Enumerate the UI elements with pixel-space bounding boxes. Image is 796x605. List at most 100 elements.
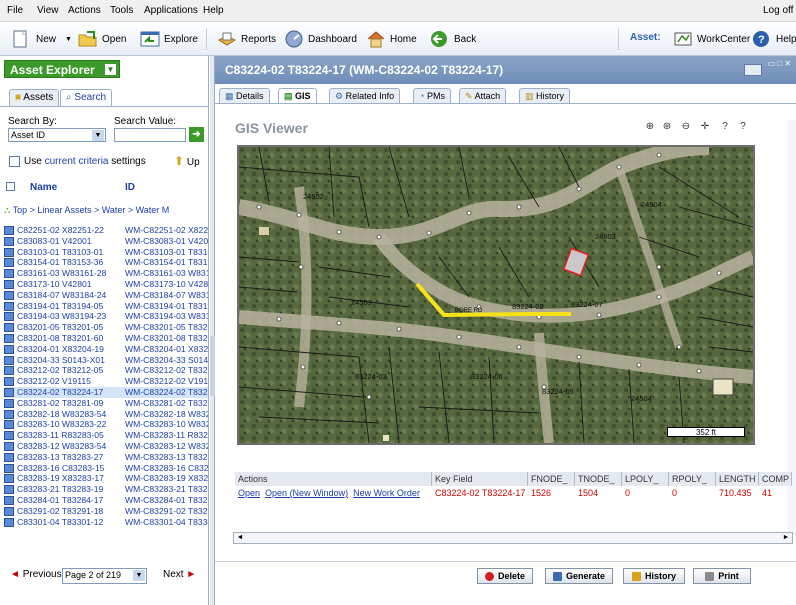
list-item[interactable]: C83283-10 W83283-22 WM-C83283-10 W832	[4, 419, 208, 430]
menu-file[interactable]: File	[7, 5, 23, 16]
list-item-name[interactable]: C83224-02 T83224-17	[17, 387, 103, 397]
list-item-name[interactable]: C83281-02 T83281-09	[17, 398, 103, 408]
list-item-name[interactable]: C83194-03 W83194-23	[17, 311, 106, 321]
logoff-link[interactable]: Log off	[763, 5, 793, 16]
list-item-name[interactable]: C83284-01 T83284-17	[17, 495, 103, 505]
current-criteria-link[interactable]: current criteria	[45, 156, 109, 167]
list-item[interactable]: C83201-08 T83201-60 WM-C83201-08 T8320	[4, 333, 208, 344]
column-name[interactable]: Name	[30, 182, 57, 193]
menu-view[interactable]: View	[37, 5, 59, 16]
list-item[interactable]: C83283-12 W83283-54 WM-C83283-12 W832	[4, 441, 208, 452]
select-icon[interactable]: ?	[736, 120, 750, 134]
print-button[interactable]: Print	[693, 568, 751, 584]
list-item-name[interactable]: C83283-13 T83283-27	[17, 452, 103, 462]
print-view-icon[interactable]	[744, 64, 762, 76]
list-item-name[interactable]: C83283-21 T83283-19	[17, 484, 103, 494]
list-item-name[interactable]: C83194-01 T83194-05	[17, 301, 103, 311]
list-item[interactable]: C83103-01 T83103-01 WM-C83103-01 T8310	[4, 247, 208, 258]
identify-icon[interactable]: ?	[718, 120, 732, 134]
list-item[interactable]: C83283-16 C83283-15 WM-C83283-16 C8328	[4, 463, 208, 474]
back-button[interactable]: Back	[430, 28, 476, 50]
tab-gis[interactable]: ▤ GIS	[278, 88, 317, 104]
list-item[interactable]: C83161-03 W83161-28 WM-C83161-03 W831	[4, 268, 208, 279]
tab-search[interactable]: ⌕ Search	[60, 89, 113, 106]
open-link[interactable]: Open	[238, 488, 260, 498]
list-item[interactable]: C83194-01 T83194-05 WM-C83194-01 T8319	[4, 301, 208, 312]
up-button[interactable]: ⬆ Up	[174, 154, 200, 168]
dropdown-icon[interactable]: ▼	[105, 64, 116, 75]
search-value-input[interactable]	[114, 128, 186, 142]
list-item-name[interactable]: C83173-10 V42801	[17, 279, 92, 289]
list-item[interactable]: C83194-03 W83194-23 WM-C83194-03 W831	[4, 311, 208, 322]
select-all-checkbox-icon[interactable]	[6, 182, 15, 191]
list-item[interactable]: C83282-18 W83283-54 WM-C83282-18 W832	[4, 409, 208, 420]
help-button[interactable]: ? Help	[752, 28, 796, 50]
zoom-extent-icon[interactable]: ⊛	[660, 120, 674, 134]
list-item-name[interactable]: C83184-07 W83184-24	[17, 290, 106, 300]
tab-details[interactable]: ▦ Details	[219, 88, 270, 104]
list-item[interactable]: C83212-02 T83212-05 WM-C83212-02 T8321	[4, 365, 208, 376]
delete-button[interactable]: Delete	[477, 568, 533, 584]
zoom-out-icon[interactable]: ⊖	[679, 120, 693, 134]
list-item-name[interactable]: C83291-02 T83291-18	[17, 506, 103, 516]
scroll-right-icon[interactable]: ►	[781, 533, 791, 543]
list-item[interactable]: C83284-01 T83284-17 WM-C83284-01 T8328	[4, 495, 208, 506]
list-item-name[interactable]: C83283-16 C83283-15	[17, 463, 104, 473]
list-item-name[interactable]: C83201-05 T83201-05	[17, 322, 103, 332]
menu-help[interactable]: Help	[203, 5, 224, 16]
list-item-name[interactable]: C83283-12 W83283-54	[17, 441, 106, 451]
list-item-name[interactable]: C83283-19 X83283-17	[17, 473, 104, 483]
list-item-name[interactable]: C83301-04 T83301-12	[17, 517, 103, 527]
page-select[interactable]: Page 2 of 219 ▼	[62, 568, 147, 584]
column-id[interactable]: ID	[125, 182, 135, 193]
window-controls[interactable]: ▭ □ ✕	[767, 59, 791, 68]
list-item[interactable]: C83173-10 V42801 WM-C83173-10 V4280	[4, 279, 208, 290]
list-item[interactable]: C83224-02 T83224-17 WM-C83224-02 T8322	[4, 386, 208, 398]
list-item[interactable]: C83212-02 V19115 WM-C83212-02 V1911	[4, 376, 208, 387]
list-item-name[interactable]: C82251-02 X82251-22	[17, 225, 104, 235]
list-item[interactable]: C83283-11 R83283-05 WM-C83283-11 R8328	[4, 430, 208, 441]
list-item-name[interactable]: C83083-01 V42001	[17, 236, 92, 246]
home-button[interactable]: Home	[366, 28, 417, 50]
asset-explorer-header[interactable]: Asset Explorer ▼	[4, 60, 120, 78]
scroll-left-icon[interactable]: ◄	[235, 533, 245, 543]
list-item-name[interactable]: C83283-10 W83283-22	[17, 419, 106, 429]
list-item[interactable]: C83201-05 T83201-05 WM-C83201-05 T8320	[4, 322, 208, 333]
list-item[interactable]: C83283-21 T83283-19 WM-C83283-21 T8328	[4, 484, 208, 495]
gis-map[interactable]: 24603 24502 83224-02 83224-07 83224-05 8…	[237, 145, 755, 445]
new-work-order-link[interactable]: New Work Order	[353, 488, 420, 498]
list-item-name[interactable]: C83204-01 X83204-19	[17, 344, 104, 354]
list-item[interactable]: C83291-02 T83291-18 WM-C83291-02 T8329	[4, 506, 208, 517]
list-item[interactable]: C83204-33 S0143-X01 WM-C83204-33 S0143	[4, 355, 208, 366]
list-item-name[interactable]: C83154-01 T83153-36	[17, 257, 103, 267]
history-button[interactable]: History	[623, 568, 685, 584]
menu-applications[interactable]: Applications	[144, 5, 198, 16]
zoom-in-icon[interactable]: ⊕	[643, 120, 657, 134]
list-item[interactable]: C83281-02 T83281-09 WM-C83281-02 T8328	[4, 398, 208, 409]
tab-attach[interactable]: ✎ Attach	[459, 88, 507, 104]
horizontal-scrollbar[interactable]: ◄ ►	[233, 532, 793, 544]
list-item-name[interactable]: C83283-11 R83283-05	[17, 430, 104, 440]
tab-assets[interactable]: ■ Assets	[9, 89, 60, 106]
list-item-name[interactable]: C83204-33 S0143-X01	[17, 355, 105, 365]
tab-related-info[interactable]: ⚙ Related Info	[329, 88, 401, 104]
list-item-name[interactable]: C83161-03 W83161-28	[17, 268, 106, 278]
menu-tools[interactable]: Tools	[110, 5, 133, 16]
search-by-select[interactable]: Asset ID ▼	[8, 128, 106, 142]
list-item[interactable]: C83204-01 X83204-19 WM-C83204-01 X8320	[4, 344, 208, 355]
tab-history[interactable]: ▥ History	[519, 88, 571, 104]
list-item-name[interactable]: C83212-02 T83212-05	[17, 365, 103, 375]
new-button[interactable]: New ▼	[12, 28, 72, 50]
previous-button[interactable]: ◄ Previous	[10, 569, 62, 580]
go-arrow-icon[interactable]: ➜	[189, 127, 204, 142]
next-button[interactable]: Next ►	[163, 569, 196, 580]
list-item[interactable]: C83283-19 X83283-17 WM-C83283-19 X8328	[4, 473, 208, 484]
tab-pms[interactable]: ◔ PMs	[413, 88, 451, 104]
list-item[interactable]: C83154-01 T83153-36 WM-C83154-01 T8315	[4, 257, 208, 268]
list-item[interactable]: C83083-01 V42001 WM-C83083-01 V4200	[4, 236, 208, 247]
list-item-name[interactable]: C83212-02 V19115	[17, 376, 91, 386]
open-new-window-link[interactable]: Open (New Window)	[265, 488, 348, 498]
dashboard-button[interactable]: Dashboard	[284, 28, 357, 50]
chevron-down-icon[interactable]: ▼	[65, 36, 72, 43]
list-item[interactable]: C83301-04 T83301-12 WM-C83301-04 T8330	[4, 517, 208, 528]
